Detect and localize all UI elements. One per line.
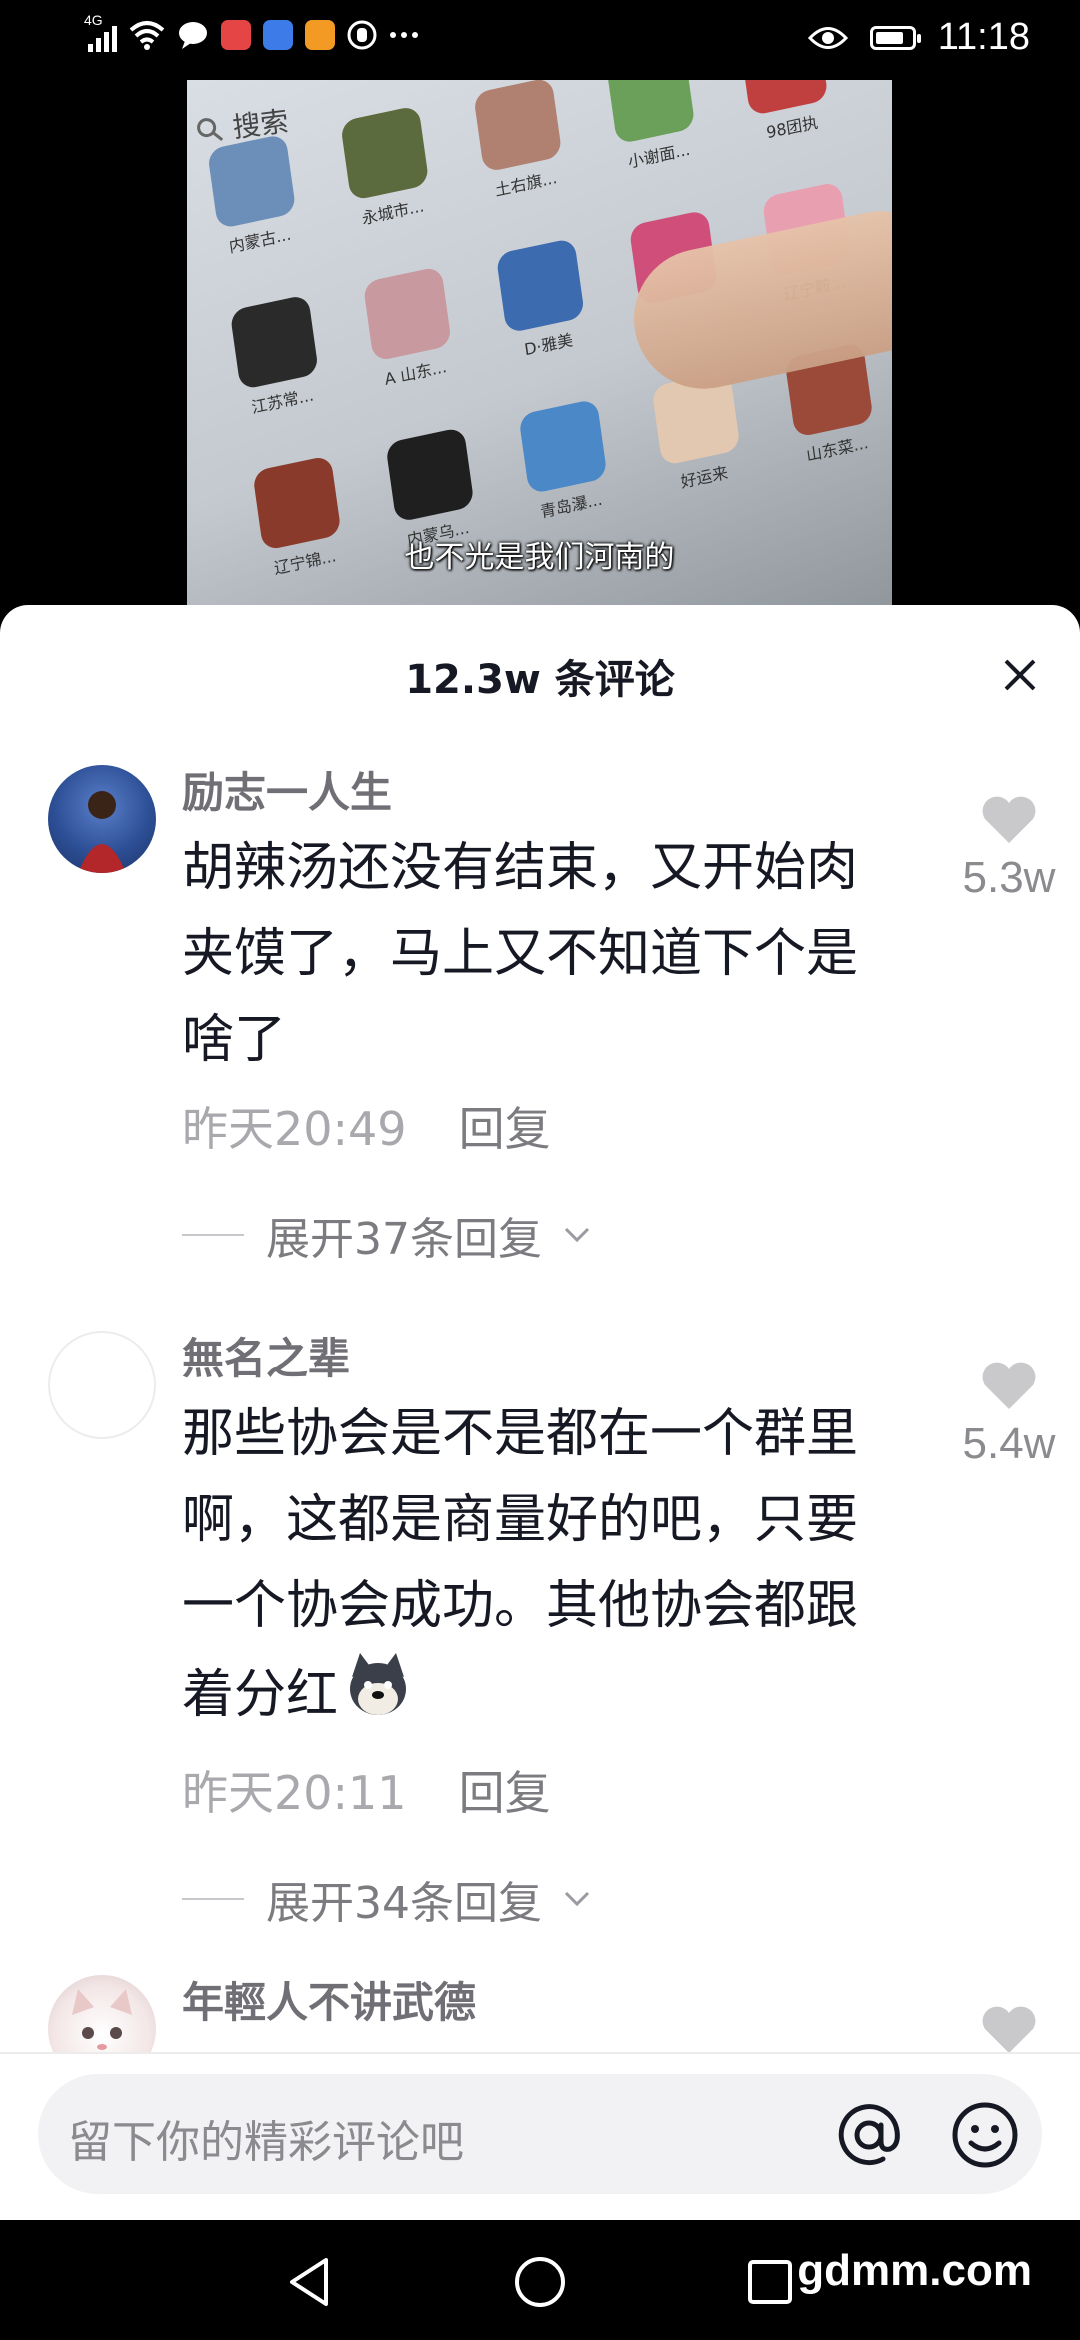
in-video-app-tile: 小谢面... bbox=[606, 80, 700, 174]
comment-count-title: 12.3w 条评论 bbox=[405, 657, 675, 703]
signal-icon: 4G bbox=[84, 12, 117, 52]
comment-input-placeholder: 留下你的精彩评论吧 bbox=[68, 2117, 464, 2168]
system-nav-bar: gdmm.com bbox=[0, 2220, 1080, 2340]
in-video-app-icon bbox=[606, 80, 696, 145]
battery-icon bbox=[869, 25, 921, 50]
heart-icon bbox=[982, 2006, 1036, 2053]
in-video-app-icon bbox=[229, 294, 320, 391]
like-count: 5.3w bbox=[962, 853, 1056, 902]
in-video-app-tile: 98团执 bbox=[739, 80, 833, 146]
divider bbox=[182, 1234, 244, 1236]
huawei-app-icon bbox=[221, 20, 251, 50]
clock: 11:18 bbox=[937, 16, 1030, 58]
avatar[interactable] bbox=[48, 765, 156, 873]
in-video-app-icon bbox=[495, 237, 586, 334]
avatar[interactable] bbox=[48, 1331, 156, 1439]
like-button[interactable]: 5.3w bbox=[954, 795, 1064, 903]
expand-replies-button[interactable]: 展开34条回复 bbox=[182, 1867, 902, 1931]
in-video-app-tile: 好运来 bbox=[651, 370, 745, 496]
close-icon bbox=[1004, 659, 1036, 691]
comment-sheet-header: 12.3w 条评论 bbox=[0, 605, 1080, 745]
divider bbox=[182, 1898, 244, 1900]
back-triangle-icon[interactable] bbox=[282, 2254, 338, 2310]
comment-input[interactable]: 留下你的精彩评论吧 bbox=[38, 2074, 1042, 2194]
in-video-app-tile: 江苏常... bbox=[229, 294, 324, 420]
reply-button[interactable]: 回复 bbox=[459, 1093, 551, 1159]
comment-text: 胡辣汤还没有结束，又开始肉夹馍了，马上又不知道下个是啥了 bbox=[182, 838, 859, 1070]
comment-input-bar: 留下你的精彩评论吧 bbox=[0, 2052, 1080, 2222]
comment-sheet: 12.3w 条评论 励志一人生 胡辣汤还没有结束，又开始肉夹馍了，马上又不知道下… bbox=[0, 605, 1080, 2220]
comment-username[interactable]: 励志一人生 bbox=[182, 765, 902, 821]
comment-text: 那些协会是不是都在一个群里啊，这都是商量好的吧，只要一个协会成功。其他协会都跟着… bbox=[182, 1391, 902, 1747]
chevron-down-icon bbox=[564, 1227, 590, 1243]
expand-replies-label: 展开37条回复 bbox=[266, 1214, 542, 1265]
close-button[interactable] bbox=[992, 647, 1048, 703]
smiley-icon bbox=[952, 2102, 1018, 2168]
comment-time: 昨天20:49 bbox=[182, 1102, 407, 1156]
mention-button[interactable] bbox=[834, 2100, 904, 2170]
person-photo bbox=[78, 791, 126, 873]
comment-username[interactable]: 無名之辈 bbox=[182, 1331, 902, 1387]
expand-replies-label: 展开34条回复 bbox=[266, 1878, 542, 1929]
gesture-icon bbox=[347, 20, 377, 50]
more-dots-icon bbox=[390, 32, 418, 38]
comment-time: 昨天20:11 bbox=[182, 1766, 407, 1820]
in-video-app-tile: A 山东... bbox=[362, 265, 457, 392]
status-right: 11:18 bbox=[807, 16, 1030, 59]
emoji-button[interactable] bbox=[950, 2100, 1020, 2170]
like-count: 5.4w bbox=[962, 1419, 1056, 1468]
status-bar: 4G 11:18 bbox=[0, 0, 1080, 80]
eye-icon bbox=[807, 26, 848, 49]
like-button[interactable] bbox=[954, 2005, 1064, 2059]
in-video-app-tile: 土右旗... bbox=[473, 80, 567, 203]
in-video-app-icon bbox=[362, 265, 453, 362]
status-left: 4G bbox=[84, 12, 419, 52]
video-player[interactable]: 搜索 内蒙古... 永城市... 土右旗... 小谢面... 98团执 江苏常... A 山… bbox=[0, 80, 1080, 610]
in-video-app-icon bbox=[518, 398, 608, 495]
in-video-app-icon bbox=[385, 426, 475, 523]
expand-replies-button[interactable]: 展开37条回复 bbox=[182, 1203, 902, 1267]
in-video-app-tile: D·雅美 bbox=[495, 237, 590, 364]
music-app-icon bbox=[263, 20, 293, 50]
chevron-down-icon bbox=[564, 1891, 590, 1907]
video-app-icon bbox=[305, 20, 335, 50]
battery-level bbox=[875, 31, 903, 44]
heart-icon bbox=[982, 1362, 1036, 1409]
comment-text-content: 那些协会是不是都在一个群里啊，这都是商量好的吧，只要一个协会成功。其他协会都跟着… bbox=[182, 1404, 859, 1725]
in-video-app-tile: 内蒙古... bbox=[207, 133, 301, 259]
network-type-label: 4G bbox=[84, 12, 103, 28]
at-sign-icon bbox=[838, 2104, 900, 2166]
home-circle-icon[interactable] bbox=[512, 2254, 568, 2310]
in-video-app-icon bbox=[473, 80, 563, 173]
search-icon bbox=[197, 118, 224, 141]
wifi-icon bbox=[129, 21, 165, 50]
video-caption: 也不光是我们河南的 bbox=[404, 540, 675, 575]
reply-button[interactable]: 回复 bbox=[459, 1757, 551, 1823]
doge-icon bbox=[342, 1649, 414, 1747]
in-video-app-icon bbox=[207, 133, 297, 230]
in-video-app-icon bbox=[340, 105, 430, 202]
in-video-app-tile: 青岛瀑... bbox=[518, 398, 612, 524]
watermark: gdmm.com bbox=[797, 2246, 1032, 2295]
comment-username[interactable]: 年輕人不讲武德 bbox=[182, 1975, 902, 2031]
in-video-app-tile: 永城市... bbox=[340, 105, 434, 231]
heart-icon bbox=[982, 796, 1036, 843]
recents-square-icon[interactable] bbox=[742, 2254, 798, 2310]
video-frame: 搜索 内蒙古... 永城市... 土右旗... 小谢面... 98团执 江苏常... A 山… bbox=[187, 80, 892, 610]
chat-bubble-icon bbox=[179, 22, 207, 49]
like-button[interactable]: 5.4w bbox=[954, 1361, 1064, 1469]
